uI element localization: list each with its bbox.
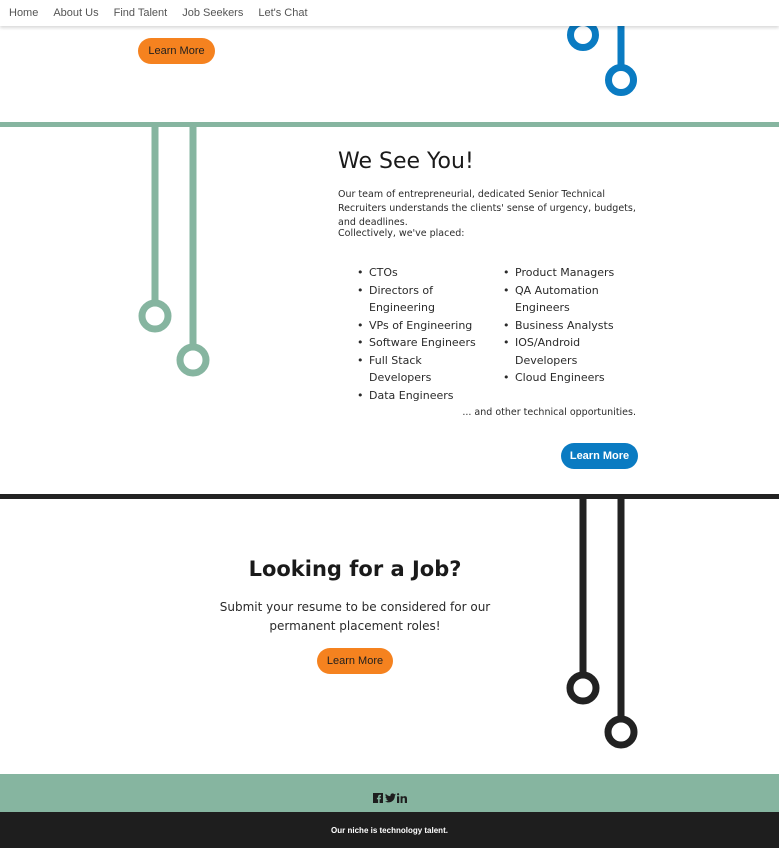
nav-about-us[interactable]: About Us	[53, 7, 98, 19]
list-item: QA Automation Engineers	[503, 282, 608, 317]
linkedin-icon[interactable]	[396, 788, 407, 803]
list-item: Full Stack Developers	[357, 352, 487, 387]
job-title: Looking for a Job?	[248, 557, 462, 581]
list-item: Cloud Engineers	[503, 369, 628, 387]
social-bar	[0, 774, 779, 812]
circuit-decoration-dark	[566, 499, 638, 749]
list-item: CTOs	[357, 264, 487, 282]
nav-lets-chat[interactable]: Let's Chat	[258, 7, 307, 19]
learn-more-button[interactable]: Learn More	[561, 443, 638, 469]
list-item: Software Engineers	[357, 334, 487, 352]
nav-job-seekers[interactable]: Job Seekers	[182, 7, 243, 19]
list-item: Data Engineers	[357, 387, 487, 405]
facebook-icon[interactable]	[372, 788, 383, 803]
nav-home[interactable]: Home	[9, 7, 38, 19]
job-section: Looking for a Job? Submit your resume to…	[0, 499, 779, 774]
list-item: Business Analysts	[503, 317, 628, 335]
learn-more-button[interactable]: Learn More	[317, 648, 393, 674]
list-item: IOS/Android Developers	[503, 334, 598, 369]
roles-list-left: CTOs Directors of Engineering VPs of Eng…	[357, 264, 487, 404]
job-text: Submit your resume to be considered for …	[219, 600, 491, 633]
list-item: VPs of Engineering	[357, 317, 487, 335]
nav-find-talent[interactable]: Find Talent	[114, 7, 168, 19]
nav-bar: Home About Us Find Talent Job Seekers Le…	[0, 0, 779, 26]
section-title: We See You!	[338, 149, 474, 174]
footer: Our niche is technology talent.	[0, 812, 779, 848]
footer-tagline: Our niche is technology talent.	[331, 825, 448, 835]
learn-more-button[interactable]: Learn More	[138, 38, 215, 64]
list-item: Product Managers	[503, 264, 628, 282]
intro-text: Our team of entrepreneurial, dedicated S…	[338, 189, 636, 228]
twitter-icon[interactable]	[384, 788, 396, 803]
list-item: Directors of Engineering	[357, 282, 457, 317]
more-opportunities-text: ... and other technical opportunities.	[462, 407, 636, 418]
roles-list-right: Product Managers QA Automation Engineers…	[503, 264, 628, 387]
placed-label: Collectively, we've placed:	[338, 228, 465, 239]
we-see-you-section: We See You! Our team of entrepreneurial,…	[0, 127, 779, 494]
